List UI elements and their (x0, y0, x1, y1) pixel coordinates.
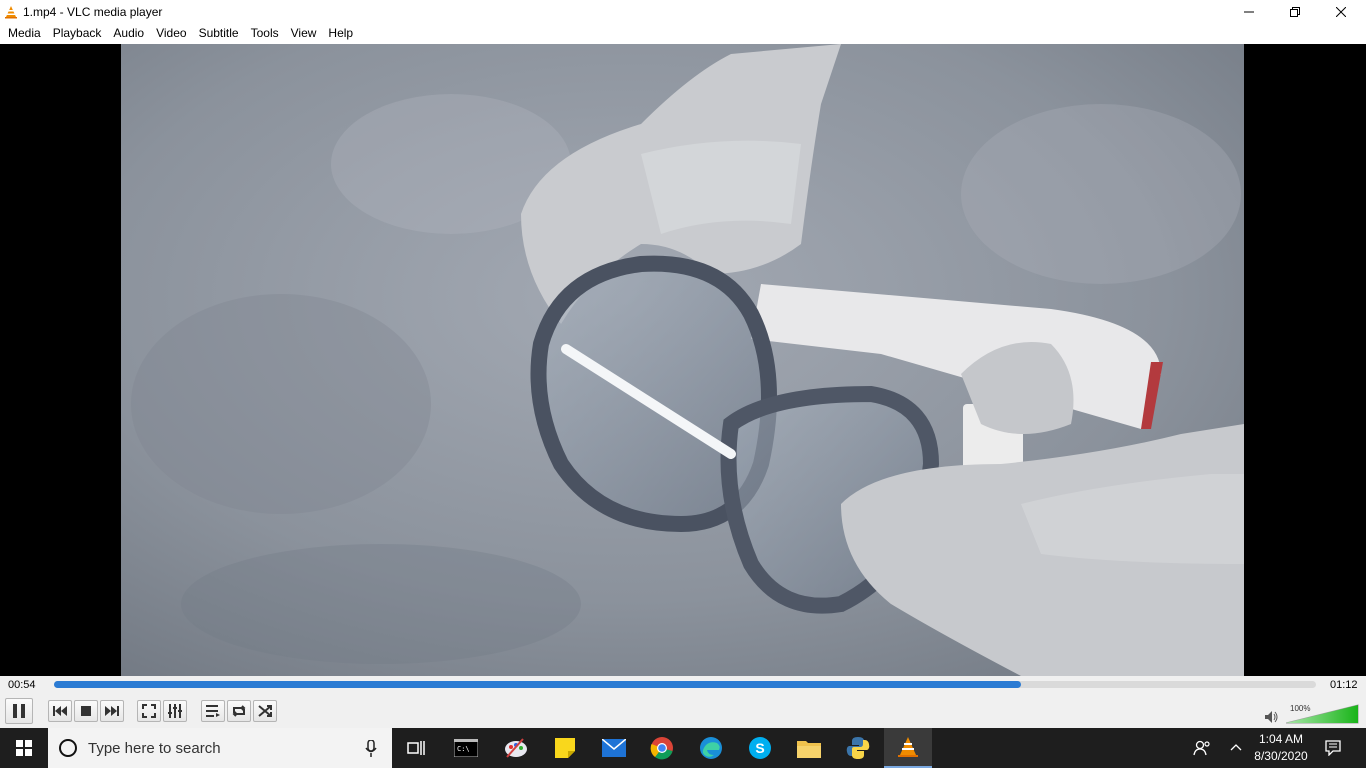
controls-bar: 100% (0, 696, 1366, 728)
mail-button[interactable] (590, 728, 638, 768)
total-time: 01:12 (1330, 679, 1358, 691)
fullscreen-button[interactable] (137, 700, 161, 722)
menu-subtitle[interactable]: Subtitle (193, 23, 245, 44)
file-explorer-icon (797, 741, 821, 758)
file-explorer-button[interactable] (785, 728, 833, 768)
skype-icon: S (749, 737, 771, 759)
clock-time: 1:04 AM (1258, 732, 1304, 746)
seek-progress (54, 681, 1021, 688)
playlist-icon (206, 705, 220, 717)
menu-audio[interactable]: Audio (107, 23, 150, 44)
shuffle-button[interactable] (253, 700, 277, 722)
previous-button[interactable] (48, 700, 72, 722)
python-button[interactable] (834, 728, 882, 768)
menu-media[interactable]: Media (2, 23, 47, 44)
close-button[interactable] (1318, 0, 1364, 23)
loop-icon (232, 705, 246, 717)
start-button[interactable] (0, 728, 48, 768)
svg-text:C:\: C:\ (457, 745, 470, 753)
svg-text:S: S (755, 740, 764, 756)
fullscreen-icon (142, 704, 156, 718)
menu-playback[interactable]: Playback (47, 23, 108, 44)
edge-button[interactable] (687, 728, 735, 768)
vlc-taskbar-button[interactable] (884, 728, 932, 768)
taskbar: Type here to search C:\ S 1:04 AM 8/30/2… (0, 728, 1366, 768)
chevron-up-icon[interactable] (1230, 743, 1242, 751)
paint-button[interactable] (492, 728, 540, 768)
task-view-button[interactable] (392, 728, 440, 768)
title-bar: 1.mp4 - VLC media player (0, 0, 1366, 23)
menu-tools[interactable]: Tools (245, 23, 285, 44)
terminal-button[interactable]: C:\ (442, 728, 490, 768)
microphone-icon[interactable] (365, 740, 377, 757)
skype-button[interactable]: S (736, 728, 784, 768)
stop-icon (81, 706, 91, 716)
menu-video[interactable]: Video (150, 23, 192, 44)
pause-button[interactable] (5, 698, 33, 724)
chrome-icon (650, 737, 673, 760)
window-title: 1.mp4 - VLC media player (23, 4, 163, 19)
sticky-notes-button[interactable] (541, 728, 589, 768)
extended-settings-icon (168, 704, 182, 718)
tray-clock[interactable]: 1:04 AM 8/30/2020 (1250, 731, 1312, 765)
mail-icon (602, 739, 626, 757)
terminal-icon: C:\ (454, 739, 478, 757)
video-frame[interactable] (121, 44, 1244, 676)
pause-icon (13, 704, 25, 718)
notification-icon[interactable] (1325, 740, 1341, 756)
minimize-icon (1244, 11, 1254, 12)
cortana-icon (59, 739, 77, 757)
edge-icon (700, 737, 722, 759)
speaker-icon[interactable] (1265, 711, 1279, 723)
shuffle-icon (258, 705, 272, 717)
vlc-icon (898, 737, 918, 757)
stop-button[interactable] (74, 700, 98, 722)
search-placeholder: Type here to search (88, 739, 221, 757)
python-icon (846, 737, 870, 759)
previous-icon (53, 706, 67, 716)
seek-slider[interactable] (54, 681, 1316, 688)
menu-view[interactable]: View (285, 23, 323, 44)
windows-icon (16, 740, 32, 756)
task-view-icon (407, 741, 425, 755)
loop-button[interactable] (227, 700, 251, 722)
sticky-notes-icon (555, 738, 575, 758)
close-icon (1336, 6, 1346, 17)
restore-button[interactable] (1272, 0, 1318, 23)
search-box[interactable]: Type here to search (48, 728, 392, 768)
extended-settings-button[interactable] (163, 700, 187, 722)
video-content (121, 44, 1244, 676)
minimize-button[interactable] (1226, 0, 1272, 23)
people-icon[interactable] (1193, 740, 1211, 756)
clock-date: 8/30/2020 (1254, 749, 1308, 763)
paint-icon (505, 738, 527, 758)
chrome-button[interactable] (638, 728, 686, 768)
next-icon (105, 706, 119, 716)
elapsed-time: 00:54 (8, 679, 36, 691)
vlc-cone-icon (5, 5, 17, 18)
menu-help[interactable]: Help (322, 23, 359, 44)
volume-slider[interactable] (1286, 704, 1360, 724)
next-button[interactable] (100, 700, 124, 722)
menu-bar: Media Playback Audio Video Subtitle Tool… (0, 23, 1366, 44)
video-area[interactable] (0, 44, 1366, 676)
restore-icon (1290, 6, 1300, 17)
playlist-button[interactable] (201, 700, 225, 722)
